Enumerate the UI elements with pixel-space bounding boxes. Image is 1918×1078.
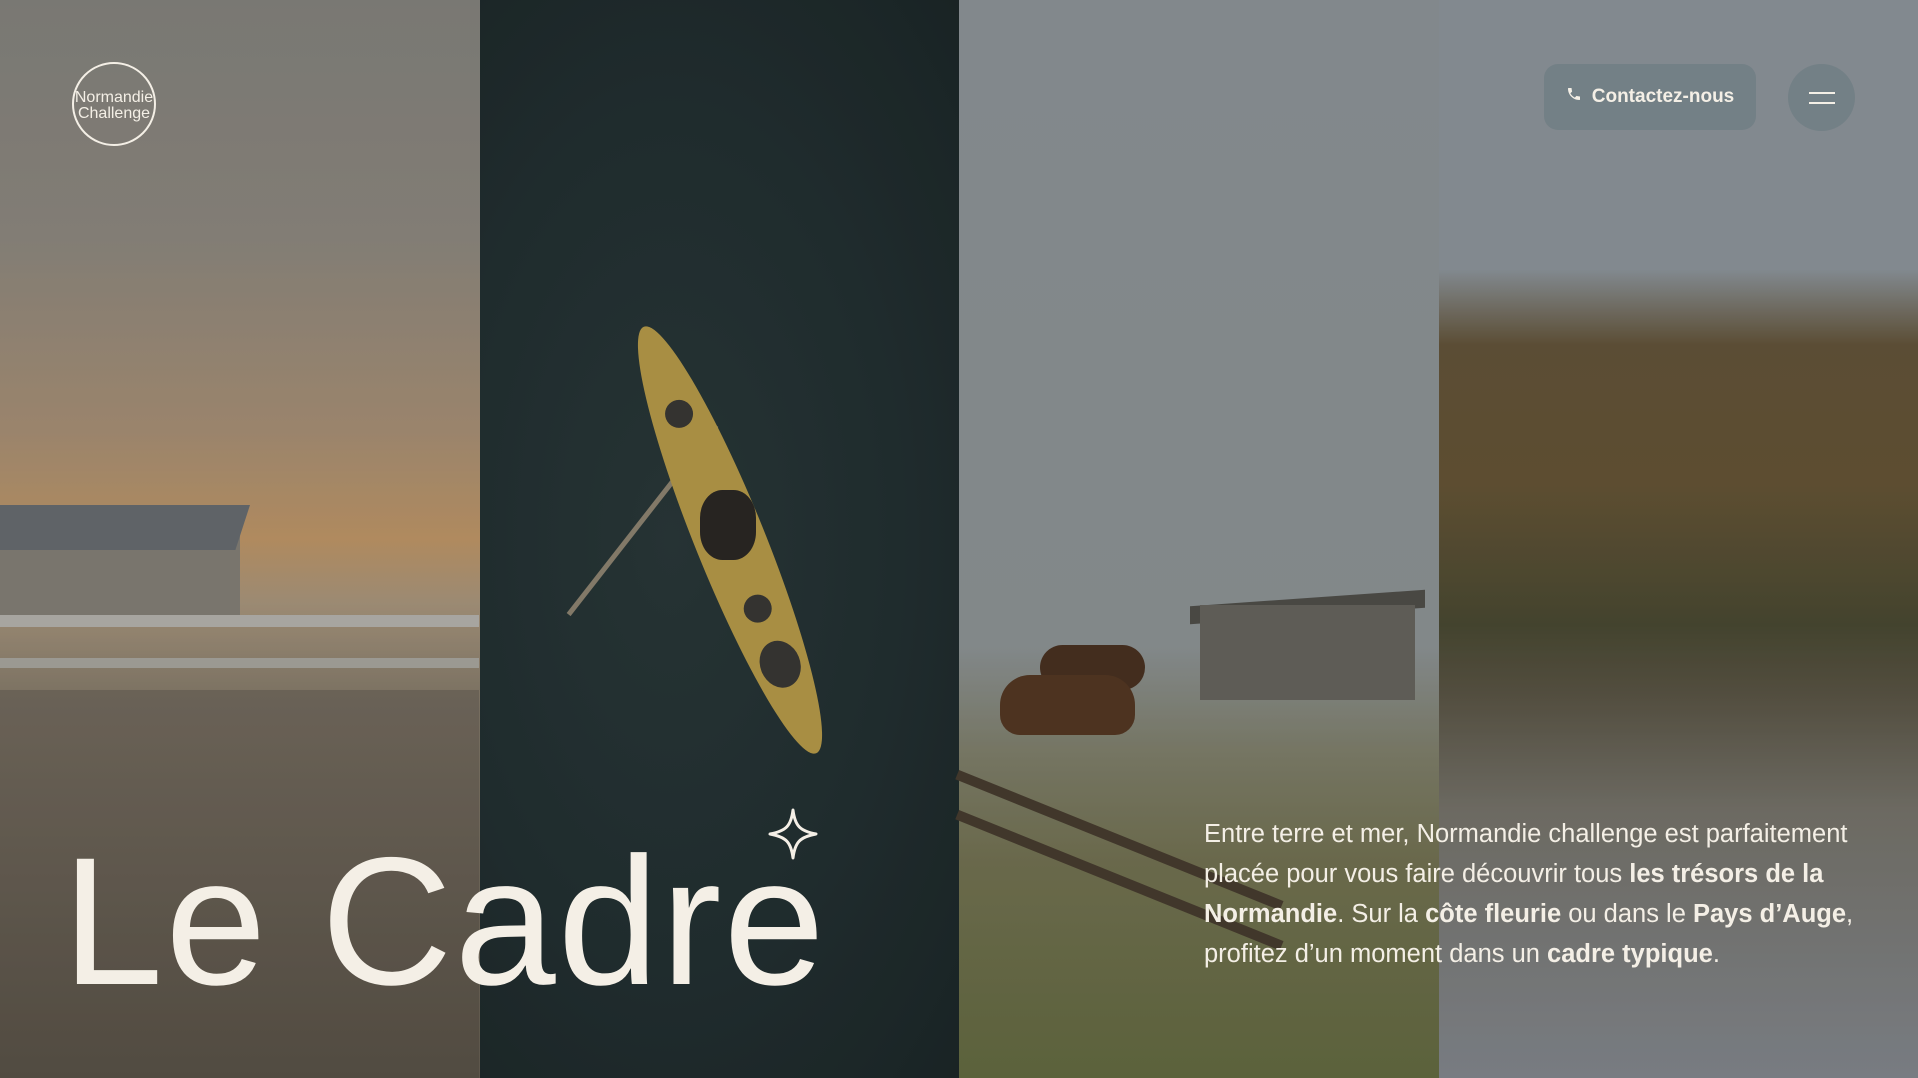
hamburger-menu-icon: [1808, 91, 1835, 94]
paragraph-highlight: côte fleurie: [1425, 900, 1562, 928]
brand-logo[interactable]: Normandie Challenge: [62, 62, 166, 150]
intro-paragraph: Entre terre et mer, Normandie challenge …: [1204, 814, 1854, 974]
paragraph-text: ou dans le: [1561, 900, 1693, 928]
hamburger-menu-icon-line: [1808, 101, 1835, 104]
logo-text: Normandie Challenge: [62, 90, 166, 122]
paragraph-highlight: Pays d’Auge: [1692, 900, 1847, 928]
page-title: Le Cadre: [62, 819, 827, 1023]
barn-roof: [0, 505, 251, 550]
kayaker: [700, 490, 756, 560]
phone-icon: [1566, 86, 1582, 108]
contact-button-label: Contactez-nous: [1591, 86, 1735, 107]
sparkle-star-icon: [768, 808, 818, 860]
shed: [1200, 605, 1415, 700]
paragraph-text: .: [1712, 940, 1720, 968]
hamburger-menu-button[interactable]: [1788, 64, 1855, 131]
kayak-hatch: [739, 590, 776, 627]
kayak-hatch: [660, 395, 698, 433]
logo-line2: Challenge: [77, 105, 151, 122]
kayak-hatch: [752, 634, 808, 694]
paragraph-text: . Sur la: [1337, 900, 1426, 928]
horse: [1000, 675, 1135, 735]
fence-rail: [0, 658, 479, 668]
paragraph-highlight: cadre typique: [1547, 940, 1713, 968]
contact-button[interactable]: Contactez-nous: [1544, 64, 1756, 130]
logo-line1: Normandie: [74, 89, 154, 106]
fence-rail: [0, 615, 479, 627]
